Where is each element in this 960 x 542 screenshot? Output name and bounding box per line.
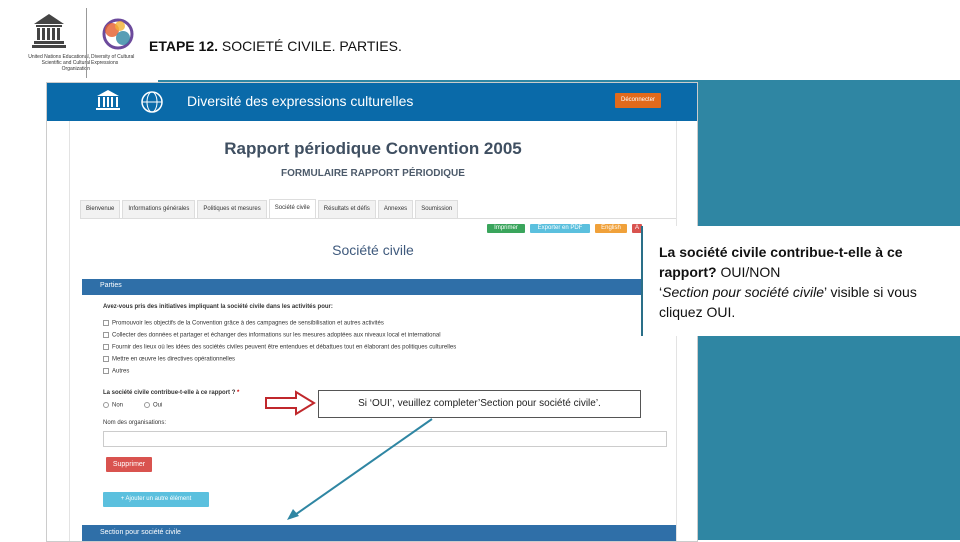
explanation-note: La société civile contribue-t-elle à ce … bbox=[641, 226, 960, 336]
option-checkbox[interactable]: Collecter des données et partager et éch… bbox=[103, 332, 441, 339]
tab-soumission[interactable]: Soumission bbox=[415, 200, 459, 218]
panel-parties-label: Parties bbox=[100, 282, 122, 289]
section-title: Société civile bbox=[332, 242, 414, 258]
question-initiatives: Avez-vous pris des initiatives impliquan… bbox=[103, 304, 333, 310]
tab-informations-generales[interactable]: Informations générales bbox=[122, 200, 196, 218]
report-subtitle: FORMULAIRE RAPPORT PÉRIODIQUE bbox=[281, 168, 465, 179]
radio-icon bbox=[103, 402, 109, 408]
option-checkbox[interactable]: Autres bbox=[103, 368, 129, 375]
report-title: Rapport périodique Convention 2005 bbox=[224, 139, 522, 158]
question-contribution: La société civile contribue-t-elle à ce … bbox=[103, 390, 239, 396]
tab-underline bbox=[80, 218, 676, 219]
logo-divider bbox=[86, 8, 87, 78]
option-checkbox[interactable]: Fournir des lieux où les idées des socié… bbox=[103, 344, 456, 351]
option-label: Autres bbox=[112, 368, 130, 375]
note-text-1: OUI/NON bbox=[716, 264, 781, 280]
org-name-label: Nom des organisations: bbox=[103, 420, 167, 426]
option-label: Fournir des lieux où les idées des socié… bbox=[112, 344, 457, 351]
note-text: La société civile contribue-t-elle à ce … bbox=[659, 242, 949, 322]
radio-icon bbox=[144, 402, 150, 408]
radio-no-label: Non bbox=[112, 402, 124, 409]
option-label: Collecter des données et partager et éch… bbox=[112, 332, 441, 339]
add-element-button[interactable]: + Ajouter un autre élément bbox=[103, 492, 209, 507]
option-checkbox[interactable]: Promouvoir les objectifs de la Conventio… bbox=[103, 320, 384, 327]
unesco-caption: United Nations Educational, Scientific a… bbox=[28, 54, 90, 72]
unesco-header-logo-icon bbox=[96, 90, 120, 110]
tab-resultats-et-defis[interactable]: Résultats et défis bbox=[317, 200, 376, 218]
checkbox-icon bbox=[103, 344, 109, 350]
delete-button[interactable]: Supprimer bbox=[106, 457, 152, 472]
tab-annexes[interactable]: Annexes bbox=[377, 200, 414, 218]
checkbox-icon bbox=[103, 332, 109, 338]
tab-societe-civile[interactable]: Société civile bbox=[268, 199, 316, 219]
radio-yes-label: Oui bbox=[153, 402, 163, 409]
panel-section-civil-label: Section pour société civile bbox=[100, 529, 181, 536]
note-italic-text: Section pour société civile bbox=[662, 284, 824, 300]
radio-yes[interactable]: Oui bbox=[144, 402, 162, 409]
radio-no[interactable]: Non bbox=[103, 402, 123, 409]
export-pdf-button[interactable]: Exporter en PDF bbox=[530, 224, 590, 233]
print-button[interactable]: Imprimer bbox=[487, 224, 525, 233]
checkbox-icon bbox=[103, 368, 109, 374]
callout-box: Si ‘OUI’, veuillez completer’Section pou… bbox=[318, 390, 641, 418]
step-label: ETAPE 12. bbox=[149, 38, 218, 54]
form-screenshot: Diversité des expressions culturelles Dé… bbox=[46, 82, 698, 542]
tab-bienvenue[interactable]: Bienvenue bbox=[80, 200, 121, 218]
form-tabs: Bienvenue Informations générales Politiq… bbox=[80, 199, 460, 219]
question-contribution-text: La société civile contribue-t-elle à ce … bbox=[103, 390, 236, 396]
form-content: Rapport périodique Convention 2005 FORMU… bbox=[69, 121, 677, 541]
disconnect-button[interactable]: Déconnecter bbox=[615, 93, 661, 108]
english-button[interactable]: English bbox=[595, 224, 627, 233]
option-label: Promouvoir les objectifs de la Conventio… bbox=[112, 320, 384, 327]
checkbox-icon bbox=[103, 356, 109, 362]
tab-politiques-et-mesures[interactable]: Politiques et mesures bbox=[197, 200, 267, 218]
site-header: Diversité des expressions culturelles Dé… bbox=[47, 83, 697, 121]
globe-icon bbox=[141, 91, 163, 113]
required-mark: * bbox=[237, 390, 240, 396]
org-name-input[interactable] bbox=[103, 431, 667, 447]
step-title-text: SOCIETÉ CIVILE. PARTIES. bbox=[221, 38, 402, 54]
option-checkbox[interactable]: Mettre en œuvre les directives opération… bbox=[103, 356, 235, 363]
site-title: Diversité des expressions culturelles bbox=[187, 93, 414, 109]
convention-caption: Diversity of Cultural Expressions bbox=[91, 54, 135, 66]
option-label: Mettre en œuvre les directives opération… bbox=[112, 356, 236, 363]
panel-section-civil-header[interactable]: Section pour société civile bbox=[82, 525, 676, 541]
note-bold-text: La société civile contribue-t-elle à ce … bbox=[659, 244, 903, 280]
slide-title: ETAPE 12. SOCIETÉ CIVILE. PARTIES. bbox=[149, 38, 402, 54]
panel-parties-header[interactable]: Parties bbox=[82, 279, 676, 295]
checkbox-icon bbox=[103, 320, 109, 326]
